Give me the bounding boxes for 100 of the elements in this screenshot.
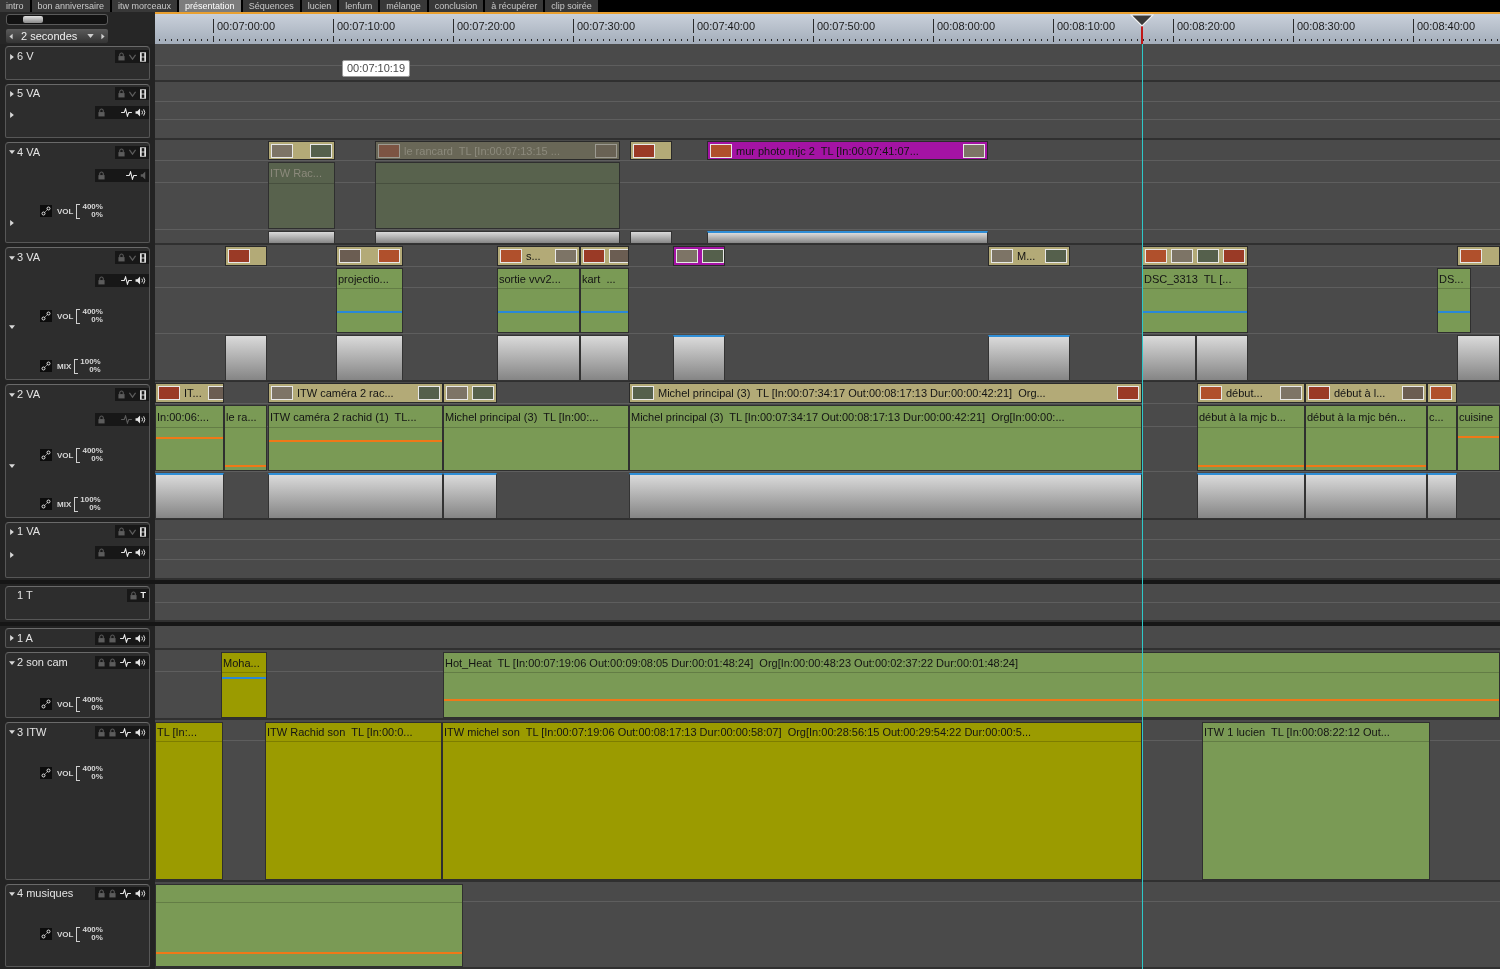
video-clip[interactable]: M... — [988, 246, 1070, 266]
audio-clip[interactable]: Michel principal (3) TL [In:00:... — [443, 405, 629, 471]
audio-clip[interactable]: le ra... — [224, 405, 267, 471]
video-clip[interactable] — [1457, 246, 1500, 266]
keyframe-toggle-icon[interactable] — [40, 767, 52, 779]
lock-icon[interactable] — [129, 590, 137, 600]
track-header[interactable]: 5 VA — [5, 84, 150, 138]
track-header[interactable]: 1 T T — [5, 586, 150, 620]
audio-clip[interactable]: début à la mjc bén... — [1305, 405, 1427, 471]
mix-band[interactable] — [1196, 335, 1248, 381]
lock-icon[interactable] — [109, 727, 116, 737]
video-clip[interactable]: IT... — [155, 383, 224, 403]
audio-clip[interactable]: Hot_Heat TL [In:00:07:19:06 Out:00:09:08:05 Dur:00:01:48:24] Org[In:00:00:48:23 Out:00:02:37:22 Dur:00:01:48:24] — [443, 652, 1500, 718]
caret-down-icon[interactable] — [9, 659, 15, 666]
mix-band[interactable] — [443, 473, 497, 519]
film-strip-icon[interactable] — [140, 526, 146, 537]
film-strip-icon[interactable] — [140, 51, 146, 62]
audio-clip[interactable]: cuisine — [1457, 405, 1500, 471]
keyframe-toggle-icon[interactable] — [40, 928, 52, 940]
video-clip[interactable] — [673, 246, 725, 266]
chevron-right-icon[interactable] — [101, 32, 105, 40]
mix-band[interactable] — [1142, 335, 1196, 381]
track-header[interactable]: 1 A — [5, 628, 150, 648]
speaker-icon[interactable] — [135, 276, 146, 285]
speaker-icon[interactable] — [135, 548, 146, 557]
film-strip-icon[interactable] — [140, 147, 146, 157]
mix-band[interactable] — [1457, 335, 1500, 381]
audio-clip[interactable]: DS... — [1437, 268, 1471, 333]
lock-icon[interactable] — [118, 89, 125, 98]
caret-right-icon[interactable] — [9, 90, 15, 97]
audio-clip[interactable]: ITW caméra 2 rachid (1) TL... — [268, 405, 443, 471]
mix-band[interactable] — [629, 473, 1142, 519]
caret-down-icon[interactable] — [87, 34, 94, 38]
speaker-icon[interactable] — [135, 633, 146, 643]
keyframe-toggle-icon[interactable] — [40, 449, 52, 461]
track-header[interactable]: 2 VA VOL 400% 0% MIX 100% 0% — [5, 384, 150, 518]
keyframe-toggle-icon[interactable] — [40, 360, 52, 372]
keyframe-toggle-icon[interactable] — [40, 698, 52, 710]
video-clip[interactable] — [443, 383, 497, 403]
chevron-down-icon[interactable] — [129, 149, 136, 155]
keyframe-toggle-icon[interactable] — [40, 498, 52, 510]
film-strip-icon[interactable] — [140, 88, 146, 99]
lock-icon[interactable] — [98, 415, 105, 424]
mix-band[interactable] — [497, 335, 580, 381]
caret-right-icon[interactable] — [9, 53, 15, 60]
lock-icon[interactable] — [118, 147, 125, 157]
mix-band[interactable] — [336, 335, 403, 381]
mix-band[interactable] — [155, 473, 224, 519]
sequence-tab[interactable]: lucien — [301, 0, 338, 12]
video-clip[interactable] — [630, 141, 672, 160]
caret-right-icon[interactable] — [9, 112, 15, 118]
video-clip[interactable] — [580, 246, 629, 266]
video-clip[interactable]: s... — [497, 246, 580, 266]
video-clip[interactable] — [268, 141, 335, 160]
chevron-down-icon[interactable] — [129, 254, 136, 261]
audio-clip[interactable]: In:00:06:... — [155, 405, 224, 471]
chevron-down-icon[interactable] — [129, 53, 136, 60]
audio-clip[interactable]: c... — [1427, 405, 1457, 471]
video-clip[interactable] — [336, 246, 403, 266]
mix-band[interactable] — [673, 335, 725, 381]
lock-icon[interactable] — [98, 548, 105, 557]
caret-down-icon[interactable] — [9, 391, 15, 398]
track-header[interactable]: 3 ITW VOL 400% 0% — [5, 722, 150, 880]
audio-clip[interactable]: ITW michel son TL [In:00:07:19:06 Out:00:08:17:13 Dur:00:00:58:07] Org[In:00:28:56:15 Out:00:29:54:22 Dur:00:00:5... — [442, 722, 1142, 880]
mix-band[interactable] — [630, 231, 672, 244]
slider-thumb[interactable] — [22, 16, 43, 23]
audio-clip[interactable]: Michel principal (3) TL [In:00:07:34:17 Out:00:08:17:13 Dur:00:00:42:21] Org[In:00:00:... — [629, 405, 1142, 471]
speaker-icon[interactable] — [135, 108, 146, 117]
lock-icon[interactable] — [98, 633, 105, 643]
film-strip-icon[interactable] — [140, 389, 146, 400]
chevron-left-icon[interactable] — [9, 32, 13, 40]
video-clip[interactable] — [1427, 383, 1457, 403]
lock-icon[interactable] — [109, 889, 116, 898]
speaker-icon[interactable] — [135, 889, 146, 898]
caret-right-icon[interactable] — [9, 528, 15, 535]
video-clip[interactable] — [225, 246, 267, 266]
caret-down-icon[interactable] — [9, 890, 15, 897]
lock-icon[interactable] — [98, 889, 105, 898]
mix-band[interactable] — [268, 231, 335, 244]
sequence-tab[interactable]: itw morceaux — [112, 0, 178, 12]
time-scale-control[interactable]: 2 secondes — [6, 29, 108, 43]
mix-band[interactable] — [375, 231, 620, 244]
lock-icon[interactable] — [118, 52, 125, 61]
sequence-tab[interactable]: lenfum — [339, 0, 379, 12]
caret-down-icon[interactable] — [9, 729, 15, 735]
mix-band[interactable] — [225, 335, 267, 381]
keyframe-toggle-icon[interactable] — [40, 310, 52, 322]
sequence-tab[interactable]: bon anniversaire — [31, 0, 111, 12]
sequence-tab[interactable]: Séquences — [242, 0, 300, 12]
caret-right-icon[interactable] — [9, 552, 15, 558]
audio-clip[interactable]: kart ... — [580, 268, 629, 333]
sequence-tab[interactable]: à récupérer — [485, 0, 544, 12]
mix-band[interactable] — [988, 335, 1070, 381]
chevron-down-icon[interactable] — [129, 528, 136, 535]
mix-band[interactable] — [1427, 473, 1457, 519]
audio-clip[interactable]: début à la mjc b... — [1197, 405, 1305, 471]
sequence-tab[interactable]: présentation — [179, 0, 241, 12]
video-clip[interactable]: ITW caméra 2 rac... — [268, 383, 443, 403]
lock-icon[interactable] — [98, 727, 105, 737]
lock-icon[interactable] — [98, 108, 105, 117]
